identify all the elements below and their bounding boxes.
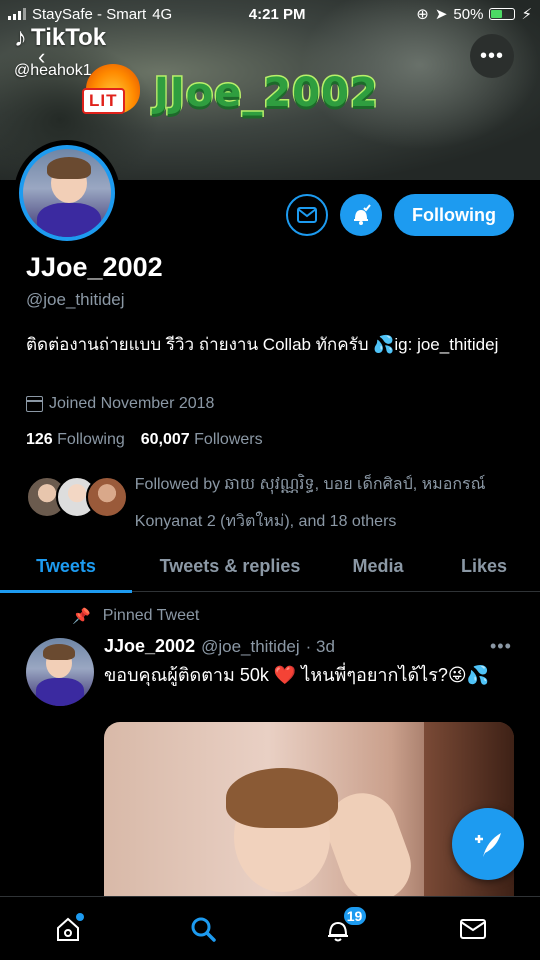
battery-icon	[489, 8, 516, 20]
pin-icon: 📌	[72, 608, 91, 625]
compose-icon	[475, 833, 501, 857]
follow-counts: 126 Following 60,007 Followers	[26, 431, 263, 449]
nav-search[interactable]	[173, 899, 233, 959]
lit-fire-icon: LIT	[80, 64, 146, 122]
signal-icon	[8, 8, 26, 20]
followers-count: 60,007	[140, 431, 190, 448]
sticker-name: JJoe_2002	[153, 69, 380, 118]
mail-icon	[459, 918, 486, 939]
bottom-navigation: 19	[0, 896, 540, 960]
profile-actions: Following	[286, 194, 514, 236]
profile-bio: ติดต่องานถ่ายแบบ รีวิว ถ่ายงาน Collab ทั…	[26, 335, 499, 354]
orientation-lock-icon: ⊕	[416, 6, 429, 23]
lit-badge-text: LIT	[82, 88, 125, 114]
followers-count-link[interactable]: 60,007 Followers	[141, 431, 263, 449]
tweet-author-handle: @joe_thitidej	[201, 637, 300, 656]
network-type: 4G	[152, 5, 173, 23]
calendar-icon	[26, 396, 43, 412]
joined-date: Joined November 2018	[26, 395, 214, 413]
tweet-text: ขอบคุณผู้ติดตาม 50k ❤️ ไหนพี่ๆอยากได้ไร?…	[104, 665, 490, 685]
location-icon: ➤	[434, 6, 448, 23]
tab-likes[interactable]: Likes	[428, 540, 540, 592]
bell-check-icon	[354, 204, 371, 225]
mutual-avatars	[26, 476, 128, 520]
battery-percent: 50%	[453, 5, 484, 23]
avatar-shirt	[37, 203, 101, 237]
followed-by-text: Followed by ឆាយ សុវណ្ណរិទ្ធ, บอย เด็กศิล…	[134, 476, 486, 530]
nav-notifications[interactable]: 19	[308, 899, 368, 959]
tweet-avatar[interactable]	[26, 638, 94, 706]
tiktok-watermark: ♪ TikTok	[14, 22, 106, 53]
tiktok-logo-icon: ♪	[14, 22, 27, 52]
notifications-badge: 19	[341, 904, 368, 927]
more-options-button[interactable]: •••	[470, 34, 514, 78]
tweet-media-image[interactable]	[104, 722, 514, 902]
tab-media[interactable]: Media	[328, 540, 428, 592]
more-icon: •••	[479, 44, 504, 67]
profile-avatar[interactable]	[14, 140, 120, 246]
charging-icon: ⚡	[521, 6, 532, 23]
avatar-image	[19, 145, 115, 241]
message-button[interactable]	[286, 194, 329, 236]
following-count-link[interactable]: 126 Following	[26, 431, 125, 449]
avatar-hair	[47, 157, 91, 179]
display-name: JJoe_2002	[26, 252, 163, 282]
tab-tweets-replies[interactable]: Tweets & replies	[132, 540, 328, 592]
pinned-text: Pinned Tweet	[102, 607, 200, 624]
image-hair	[226, 768, 338, 828]
followers-label: Followers	[194, 431, 263, 448]
status-left: StaySafe - Smart 4G	[8, 6, 208, 23]
name-sticker: LIT JJoe_2002	[80, 64, 379, 122]
tweet-more-icon[interactable]: •••	[490, 636, 512, 657]
tweet-time: · 3d	[305, 637, 335, 656]
search-icon	[191, 917, 216, 942]
profile-tabs: Tweets Tweets & replies Media Likes	[0, 540, 540, 593]
tab-tweets[interactable]: Tweets	[0, 540, 132, 593]
home-unread-dot	[75, 912, 84, 921]
mail-icon	[297, 207, 318, 223]
tweet-author-name[interactable]: JJoe_2002	[104, 636, 195, 657]
carrier-name: StaySafe - Smart	[32, 5, 147, 23]
tweet-header: JJoe_2002 @joe_thitidej · 3d	[104, 636, 335, 657]
mutual-avatar	[86, 476, 128, 518]
notifications-toggle-button[interactable]	[340, 194, 383, 236]
nav-messages[interactable]	[443, 899, 503, 959]
status-time: 4:21 PM	[248, 5, 306, 23]
following-count: 126	[26, 431, 53, 448]
compose-tweet-button[interactable]	[452, 808, 524, 880]
status-right: ⊕ ➤ 50% ⚡	[416, 5, 532, 24]
joined-text: Joined November 2018	[49, 395, 215, 412]
following-button[interactable]: Following	[394, 194, 514, 236]
nav-home[interactable]	[38, 899, 98, 959]
avatar-shirt	[36, 678, 84, 706]
avatar-hair	[43, 644, 75, 660]
followed-by[interactable]: Followed by ឆាយ សុវណ្ណរិទ្ធ, บอย เด็กศิล…	[26, 466, 526, 540]
following-label: Following	[57, 431, 125, 448]
pinned-label: 📌 Pinned Tweet	[72, 607, 199, 625]
profile-handle: @joe_thitidej	[26, 290, 125, 309]
